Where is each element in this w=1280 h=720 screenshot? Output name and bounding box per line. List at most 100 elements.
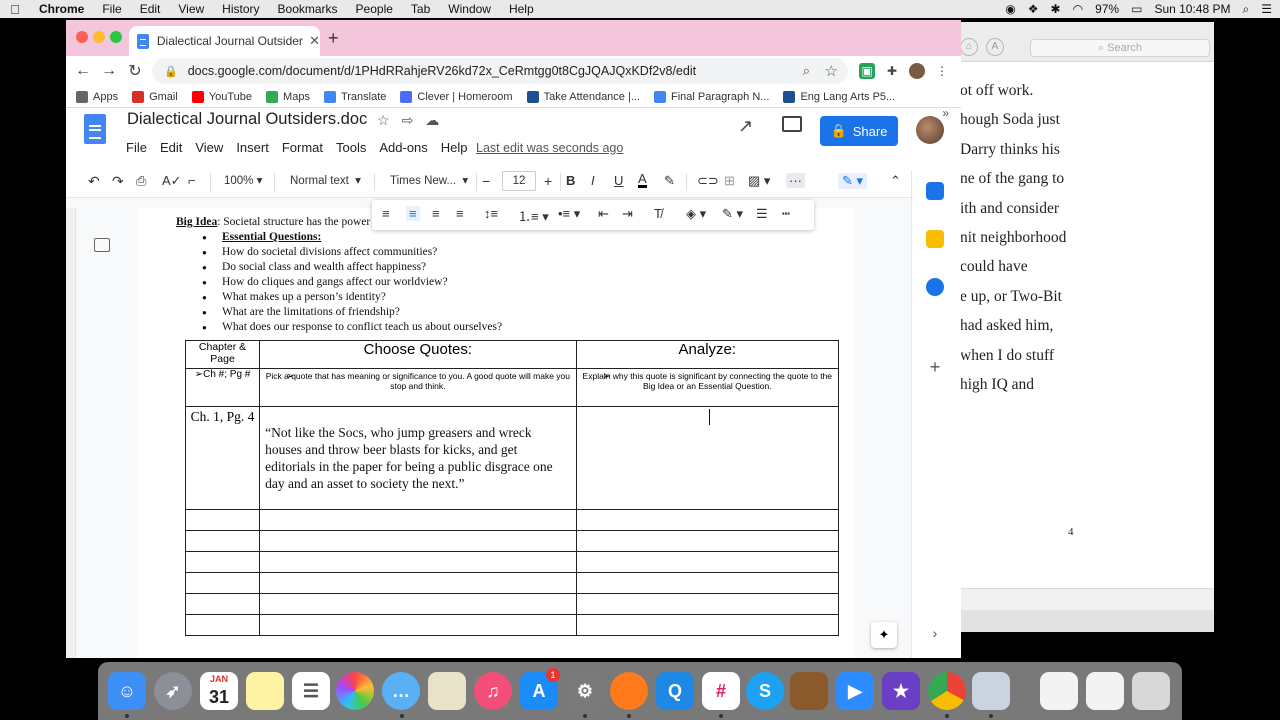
font-select[interactable]: Times New... ▾ bbox=[390, 173, 468, 187]
minimize-window-button[interactable] bbox=[93, 31, 105, 43]
editing-mode-icon[interactable]: ✎ ▾ bbox=[838, 173, 868, 189]
bookmark-gmail[interactable]: Gmail bbox=[132, 90, 178, 103]
bookmark-youtube[interactable]: YouTube bbox=[191, 90, 252, 103]
clear-formatting-icon[interactable]: T̸ bbox=[654, 206, 662, 221]
zoom-window-button[interactable] bbox=[110, 31, 122, 43]
col-analyze-header[interactable]: Analyze: bbox=[575, 340, 840, 369]
line-spacing-icon[interactable]: ↕≡ bbox=[484, 206, 498, 221]
italic-icon[interactable]: I bbox=[591, 173, 595, 188]
trash-icon[interactable] bbox=[1132, 672, 1170, 710]
text-color-icon[interactable]: A bbox=[638, 172, 647, 188]
clock[interactable]: Sun 10:48 PM bbox=[1154, 2, 1230, 16]
bold-icon[interactable]: B bbox=[566, 173, 575, 188]
forward-button[interactable]: → bbox=[96, 62, 122, 80]
menu-history[interactable]: History bbox=[213, 2, 268, 16]
menu-bookmarks[interactable]: Bookmarks bbox=[269, 2, 347, 16]
markup-icon[interactable]: A bbox=[986, 38, 1004, 56]
menu-view[interactable]: View bbox=[169, 2, 213, 16]
docs-menu-edit[interactable]: Edit bbox=[160, 140, 182, 155]
zoom-app-icon[interactable]: ▶ bbox=[836, 672, 874, 710]
photos-icon[interactable] bbox=[336, 672, 374, 710]
bookmark-take-attendance[interactable]: Take Attendance |... bbox=[526, 90, 640, 103]
bookmark-apps[interactable]: Apps bbox=[76, 90, 118, 103]
zoom-select[interactable]: 100% ▾ bbox=[224, 173, 262, 187]
close-window-button[interactable] bbox=[76, 31, 88, 43]
keep-icon[interactable] bbox=[926, 230, 944, 248]
hide-menus-chevron-up-icon[interactable]: ⌃ bbox=[890, 173, 901, 189]
share-button[interactable]: 🔒 Share bbox=[820, 116, 898, 146]
analyze-cell[interactable] bbox=[575, 406, 840, 510]
bookmark-clever[interactable]: Clever | Homeroom bbox=[400, 90, 513, 103]
notes-icon[interactable] bbox=[246, 672, 284, 710]
firefox-icon[interactable] bbox=[610, 672, 648, 710]
insert-link-icon[interactable]: ⊂⊃ bbox=[697, 173, 719, 189]
highlight-color-icon[interactable]: ✎ bbox=[664, 173, 675, 189]
docs-menu-help[interactable]: Help bbox=[441, 140, 468, 155]
extension-green-icon[interactable]: ▣ bbox=[859, 63, 875, 79]
calendar-icon[interactable] bbox=[926, 182, 944, 200]
apple-menu-icon[interactable]:  bbox=[0, 2, 30, 17]
dropbox-icon[interactable]: ❖ bbox=[1028, 2, 1039, 16]
last-edit-link[interactable]: Last edit was seconds ago bbox=[476, 141, 623, 155]
docs-menu-format[interactable]: Format bbox=[282, 140, 323, 155]
numbered-list-icon[interactable]: ⒈≡ ▾ bbox=[518, 206, 549, 225]
side-panel-expand-icon[interactable]: › bbox=[926, 624, 944, 642]
document-outline-icon[interactable] bbox=[94, 238, 110, 252]
back-button[interactable]: ← bbox=[70, 62, 96, 80]
calendar-app-icon[interactable]: JAN 31 bbox=[200, 672, 238, 710]
background-search-field[interactable]: ⌕ Search bbox=[1030, 39, 1210, 57]
explore-icon[interactable]: ✦ bbox=[871, 622, 897, 648]
border-color-icon[interactable]: ✎ ▾ bbox=[722, 206, 743, 222]
bookmark-final-paragraph[interactable]: Final Paragraph N... bbox=[654, 90, 769, 103]
border-dash-icon[interactable]: ┅ bbox=[782, 206, 790, 222]
docs-menu-file[interactable]: File bbox=[126, 140, 147, 155]
add-ons-plus-icon[interactable]: + bbox=[926, 358, 944, 376]
border-width-icon[interactable]: ☰ bbox=[756, 206, 768, 222]
url-text[interactable]: docs.google.com/document/d/1PHdRRahjeRV2… bbox=[188, 64, 696, 78]
menu-help[interactable]: Help bbox=[500, 2, 543, 16]
background-document-window[interactable]: ⌂ A ⌕ Search ot off work. hough Soda jus… bbox=[960, 22, 1214, 632]
quicktime-icon[interactable]: Q bbox=[656, 672, 694, 710]
decrease-font-size-icon[interactable]: − bbox=[482, 173, 490, 189]
tasks-icon[interactable] bbox=[926, 278, 944, 296]
star-icon[interactable]: ☆ bbox=[377, 112, 390, 129]
justify-icon[interactable]: ≡ bbox=[456, 206, 464, 221]
document-page[interactable]: Big Idea: Societal structure has the pow… bbox=[138, 208, 855, 658]
cloud-saved-icon[interactable]: ☁ bbox=[425, 112, 439, 129]
wifi-icon[interactable]: ◠ bbox=[1073, 2, 1083, 16]
underline-icon[interactable]: U bbox=[614, 173, 623, 188]
music-icon[interactable]: ♫ bbox=[474, 672, 512, 710]
chapter-instruction[interactable]: ➢Ch #; Pg # bbox=[184, 368, 261, 407]
system-preferences-icon[interactable]: ⚙ bbox=[566, 672, 604, 710]
bulleted-list-icon[interactable]: •≡ ▾ bbox=[558, 206, 580, 222]
menu-edit[interactable]: Edit bbox=[131, 2, 170, 16]
downloads-stack-icon[interactable] bbox=[1040, 672, 1078, 710]
finder-icon[interactable]: ☺ bbox=[108, 672, 146, 710]
activity-trend-icon[interactable]: ↗ bbox=[738, 116, 753, 137]
record-icon[interactable]: ◉ bbox=[1005, 2, 1015, 16]
menu-people[interactable]: People bbox=[347, 2, 402, 16]
skype-icon[interactable]: S bbox=[746, 672, 784, 710]
print-icon[interactable]: ⎙ bbox=[136, 173, 146, 189]
new-tab-button[interactable]: + bbox=[328, 28, 339, 49]
vertical-ruler[interactable] bbox=[66, 208, 76, 658]
reload-button[interactable]: ↻ bbox=[122, 61, 148, 81]
garageband-icon[interactable] bbox=[790, 672, 828, 710]
battery-percent[interactable]: 97% bbox=[1095, 2, 1119, 16]
preview-icon[interactable] bbox=[972, 672, 1010, 710]
quote-instruction-cell[interactable]: ➢ Pick a quote that has meaning or signif… bbox=[259, 368, 577, 407]
docs-menu-tools[interactable]: Tools bbox=[336, 140, 366, 155]
redo-icon[interactable]: ↷ bbox=[112, 173, 124, 190]
quote-cell[interactable]: “Not like the Socs, who jump greasers an… bbox=[259, 406, 577, 510]
menu-file[interactable]: File bbox=[93, 2, 130, 16]
increase-indent-icon[interactable]: ⇥ bbox=[622, 206, 633, 222]
share-icon[interactable]: ⌂ bbox=[960, 38, 978, 56]
increase-font-size-icon[interactable]: + bbox=[544, 173, 552, 189]
align-left-icon[interactable]: ≡ bbox=[382, 206, 390, 221]
lock-icon[interactable]: 🔒 bbox=[164, 65, 178, 78]
google-docs-logo-icon[interactable] bbox=[84, 114, 106, 144]
analyze-instruction-cell[interactable]: ➢ Explain why this quote is significant b… bbox=[575, 368, 840, 407]
decrease-indent-icon[interactable]: ⇤ bbox=[598, 206, 609, 222]
font-size-input[interactable]: 12 bbox=[502, 171, 536, 191]
control-center-icon[interactable]: ☰ bbox=[1261, 2, 1272, 16]
